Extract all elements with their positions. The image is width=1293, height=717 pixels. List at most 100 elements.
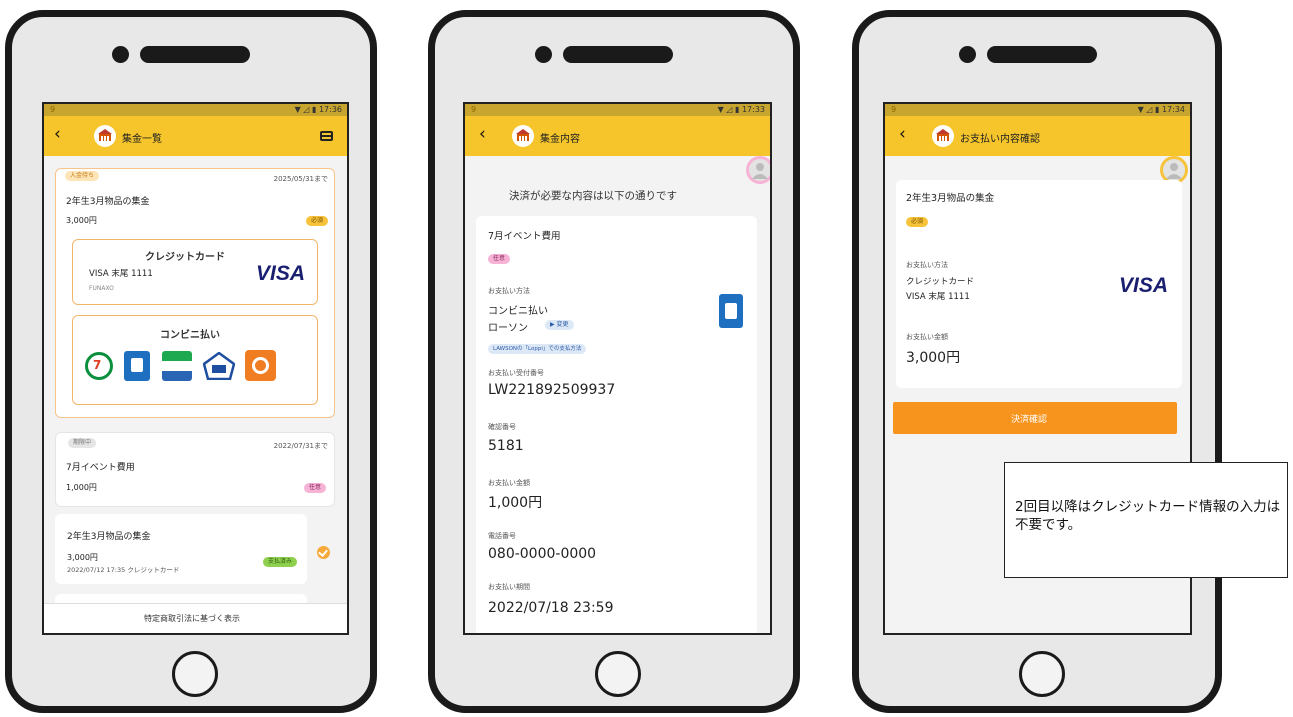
payment-method: クレジットカード bbox=[906, 277, 975, 287]
confirm-number: 5181 bbox=[488, 438, 524, 454]
phone-label: 電話番号 bbox=[488, 532, 516, 540]
amount-label: お支払い金額 bbox=[488, 479, 530, 487]
payment-method: コンビニ払い bbox=[488, 306, 548, 317]
deadline-label: お支払い期間 bbox=[488, 583, 530, 591]
back-button[interactable]: ‹ bbox=[479, 124, 486, 144]
page-title: 集金一覧 bbox=[122, 134, 162, 145]
camera-dot bbox=[959, 46, 976, 63]
camera-dot bbox=[535, 46, 552, 63]
back-button[interactable]: ‹ bbox=[899, 124, 906, 144]
legal-notice-link[interactable]: 特定商取引法に基づく表示 bbox=[144, 613, 240, 624]
item-title: 7月イベント費用 bbox=[488, 231, 561, 242]
deadline: 2022/07/31まで bbox=[273, 442, 328, 450]
store-name: ローソン bbox=[488, 323, 528, 334]
app-header: ‹ お支払い内容確認 bbox=[885, 116, 1190, 156]
collection-item[interactable]: 入金待ち 2025/05/31まで 2年生3月物品の集金 3,000円 必須 ク… bbox=[55, 168, 335, 418]
phone-frame-2: 9 ▼ ◿ ▮ 17:33 ‹ 集金内容 決済が必要な内容は以下の通りです 7月… bbox=[428, 10, 800, 713]
payment-detail: 2022/07/12 17:35 クレジットカード bbox=[67, 566, 180, 574]
detail-card: 7月イベント費用 任意 お支払い方法 コンビニ払い ローソン ▶ 変更 LAWS… bbox=[476, 216, 757, 633]
item-amount: 3,000円 bbox=[67, 553, 98, 562]
back-button[interactable]: ‹ bbox=[54, 124, 61, 144]
lawson-icon bbox=[719, 294, 743, 328]
home-button[interactable] bbox=[595, 651, 641, 697]
confirm-button-label: 決済確認 bbox=[1011, 415, 1048, 425]
notice-text: 決済が必要な内容は以下の通りです bbox=[509, 190, 677, 202]
checkmark-icon bbox=[317, 546, 330, 559]
loppi-instructions-link[interactable]: LAWSONの「Loppi」での支払方法 bbox=[488, 344, 587, 354]
camera-dot bbox=[112, 46, 129, 63]
amount: 1,000円 bbox=[488, 495, 543, 511]
avatar[interactable] bbox=[746, 156, 770, 184]
home-button[interactable] bbox=[1019, 651, 1065, 697]
app-header: ‹ 集金内容 bbox=[465, 116, 770, 156]
credit-card-option[interactable]: クレジットカード VISA 末尾 1111 FUNAXO VISA bbox=[72, 239, 318, 305]
item-title: 2年生3月物品の集金 bbox=[906, 193, 995, 204]
card-icon[interactable] bbox=[320, 131, 333, 141]
status-left: 9 bbox=[50, 105, 56, 114]
callout-text: 2回目以降はクレジットカード情報の入力は不要です。 bbox=[1015, 499, 1281, 533]
footer-bar: 特定商取引法に基づく表示 bbox=[44, 603, 347, 633]
card-info: VISA 末尾 1111 bbox=[89, 269, 153, 279]
change-button[interactable]: ▶ 変更 bbox=[545, 320, 574, 330]
collection-item[interactable]: 2年生3月物品の集金 3,000円 2022/07/12 17:35 クレジット… bbox=[55, 514, 307, 584]
phone-frame-3: 9 ▼ ◿ ▮ 17:34 ‹ お支払い内容確認 2年生3月物品の集金 必須 お… bbox=[852, 10, 1222, 713]
optional-tag: 任意 bbox=[303, 483, 326, 493]
familymart-icon bbox=[162, 351, 192, 381]
status-right: ▼ ◿ ▮ 17:36 bbox=[294, 105, 342, 114]
status-bar: 9 ▼ ◿ ▮ 17:36 bbox=[44, 104, 347, 116]
visa-logo: VISA bbox=[255, 262, 305, 285]
page-title: 集金内容 bbox=[540, 134, 580, 145]
status-badge: 入金待ち bbox=[65, 171, 100, 181]
phone-frame-1: 9 ▼ ◿ ▮ 17:36 ‹ 集金一覧 入金待ち 2025/05/31まで 2… bbox=[5, 10, 377, 713]
app-header: ‹ 集金一覧 bbox=[44, 116, 347, 156]
seven-eleven-icon: 7 bbox=[85, 352, 113, 380]
required-tag: 必須 bbox=[906, 217, 929, 227]
speaker-bar bbox=[987, 46, 1097, 63]
status-right: ▼ ◿ ▮ 17:34 bbox=[1137, 105, 1185, 114]
paid-tag: 支払済み bbox=[262, 557, 297, 567]
page-title: お支払い内容確認 bbox=[960, 134, 1040, 145]
callout-box: 2回目以降はクレジットカード情報の入力は不要です。 bbox=[1004, 462, 1288, 578]
status-right: ▼ ◿ ▮ 17:33 bbox=[717, 105, 765, 114]
lawson-icon bbox=[124, 351, 150, 381]
status-bar: 9 ▼ ◿ ▮ 17:33 bbox=[465, 104, 770, 116]
phone-number: 080-0000-0000 bbox=[488, 546, 597, 562]
seicomart-icon bbox=[245, 350, 276, 381]
item-title: 2年生3月物品の集金 bbox=[67, 532, 151, 542]
payment-method-label: お支払い方法 bbox=[488, 287, 530, 295]
deadline: 2025/05/31まで bbox=[273, 175, 328, 183]
payment-confirm-button[interactable]: 決済確認 bbox=[893, 402, 1177, 434]
receipt-number: LW221892509937 bbox=[488, 382, 616, 398]
amount-label: お支払い金額 bbox=[906, 333, 948, 341]
speaker-bar bbox=[140, 46, 250, 63]
ministop-icon bbox=[202, 351, 236, 381]
status-left: 9 bbox=[891, 105, 897, 114]
screen-2: 9 ▼ ◿ ▮ 17:33 ‹ 集金内容 決済が必要な内容は以下の通りです 7月… bbox=[463, 102, 772, 635]
card-info: VISA 末尾 1111 bbox=[906, 292, 970, 302]
required-tag: 必須 bbox=[305, 216, 328, 226]
optional-tag: 任意 bbox=[488, 254, 511, 264]
school-logo-icon bbox=[932, 125, 954, 147]
status-left: 9 bbox=[471, 105, 477, 114]
amount: 3,000円 bbox=[906, 350, 961, 366]
item-amount: 3,000円 bbox=[66, 216, 97, 225]
collection-item[interactable]: 期限中 2022/07/31まで 7月イベント費用 1,000円 任意 bbox=[55, 432, 335, 507]
convenience-title: コンビニ払い bbox=[160, 330, 220, 341]
credit-card-title: クレジットカード bbox=[145, 252, 225, 263]
item-title: 7月イベント費用 bbox=[66, 463, 135, 473]
item-amount: 1,000円 bbox=[66, 483, 97, 492]
status-badge: 期限中 bbox=[68, 438, 97, 448]
convenience-store-option[interactable]: コンビニ払い 7 bbox=[72, 315, 318, 405]
payment-method-label: お支払い方法 bbox=[906, 261, 948, 269]
deadline: 2022/07/18 23:59 bbox=[488, 600, 614, 616]
confirm-number-label: 確認番号 bbox=[488, 423, 516, 431]
school-logo-icon bbox=[512, 125, 534, 147]
speaker-bar bbox=[563, 46, 673, 63]
receipt-number-label: お支払い受付番号 bbox=[488, 369, 544, 377]
home-button[interactable] bbox=[172, 651, 218, 697]
item-title: 2年生3月物品の集金 bbox=[66, 197, 150, 207]
status-bar: 9 ▼ ◿ ▮ 17:34 bbox=[885, 104, 1190, 116]
confirm-card: 2年生3月物品の集金 必須 お支払い方法 クレジットカード VISA 末尾 11… bbox=[896, 180, 1182, 388]
screen-1: 9 ▼ ◿ ▮ 17:36 ‹ 集金一覧 入金待ち 2025/05/31まで 2… bbox=[42, 102, 349, 635]
school-logo-icon bbox=[94, 125, 116, 147]
